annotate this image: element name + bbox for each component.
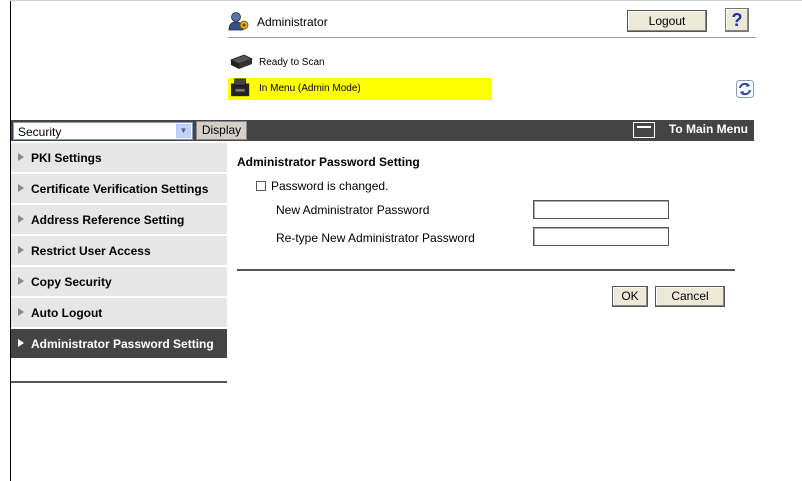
menu-status-text: In Menu (Admin Mode) (259, 83, 361, 94)
to-main-menu-link[interactable]: To Main Menu (632, 122, 748, 139)
retype-password-label: Re-type New Administrator Password (276, 231, 475, 245)
ok-button[interactable]: OK (612, 286, 648, 307)
scanner-icon (230, 54, 253, 69)
arrow-right-icon (18, 339, 24, 347)
sidebar-item-administrator-password[interactable]: Administrator Password Setting (11, 329, 227, 360)
new-password-label: New Administrator Password (276, 203, 430, 217)
arrow-right-icon (18, 308, 24, 316)
sidebar: PKI Settings Certificate Verification Se… (11, 143, 227, 360)
retype-password-field[interactable] (533, 227, 669, 246)
password-changed-checkbox[interactable] (256, 181, 266, 191)
logout-button[interactable]: Logout (627, 10, 707, 32)
display-button[interactable]: Display (196, 121, 247, 140)
administrator-icon (228, 12, 249, 31)
scan-status-text: Ready to Scan (259, 57, 325, 68)
scan-status-row: Ready to Scan (228, 52, 528, 72)
menu-status-row: In Menu (Admin Mode) (228, 78, 492, 100)
category-select[interactable]: Security ▼ (13, 122, 193, 140)
sidebar-item-certificate-verification[interactable]: Certificate Verification Settings (11, 174, 227, 205)
arrow-right-icon (18, 184, 24, 192)
main-menu-icon (632, 122, 655, 138)
sidebar-item-address-reference[interactable]: Address Reference Setting (11, 205, 227, 236)
page-title: Administrator Password Setting (237, 155, 420, 169)
arrow-right-icon (18, 215, 24, 223)
sidebar-item-pki-settings[interactable]: PKI Settings (11, 143, 227, 174)
new-password-field[interactable] (533, 200, 669, 219)
sidebar-item-label: Copy Security (31, 275, 112, 289)
sidebar-item-label: Administrator Password Setting (31, 337, 214, 351)
printer-icon (231, 78, 250, 97)
sidebar-item-label: Restrict User Access (31, 244, 151, 258)
refresh-icon[interactable] (736, 80, 754, 98)
password-changed-label: Password is changed. (271, 179, 389, 193)
sidebar-divider (11, 381, 227, 383)
sidebar-item-label: PKI Settings (31, 151, 102, 165)
frame-border-top (10, 0, 802, 1)
user-label: Administrator (257, 15, 328, 29)
to-main-menu-label: To Main Menu (668, 122, 748, 136)
sidebar-item-copy-security[interactable]: Copy Security (11, 267, 227, 298)
help-icon[interactable]: ? (725, 8, 749, 32)
sidebar-item-label: Address Reference Setting (31, 213, 185, 227)
chevron-down-icon[interactable]: ▼ (176, 124, 191, 138)
content-divider (237, 269, 735, 271)
sidebar-item-auto-logout[interactable]: Auto Logout (11, 298, 227, 329)
cancel-button[interactable]: Cancel (655, 286, 725, 307)
category-select-value: Security (18, 125, 62, 139)
sidebar-item-restrict-user-access[interactable]: Restrict User Access (11, 236, 227, 267)
arrow-right-icon (18, 277, 24, 285)
sidebar-item-label: Certificate Verification Settings (31, 182, 209, 196)
header-divider (228, 37, 756, 38)
header: Administrator Logout ? (228, 8, 756, 38)
arrow-right-icon (18, 246, 24, 254)
menu-bar: Security ▼ Display To Main Menu (11, 120, 754, 141)
sidebar-item-label: Auto Logout (31, 306, 103, 320)
arrow-right-icon (18, 153, 24, 161)
